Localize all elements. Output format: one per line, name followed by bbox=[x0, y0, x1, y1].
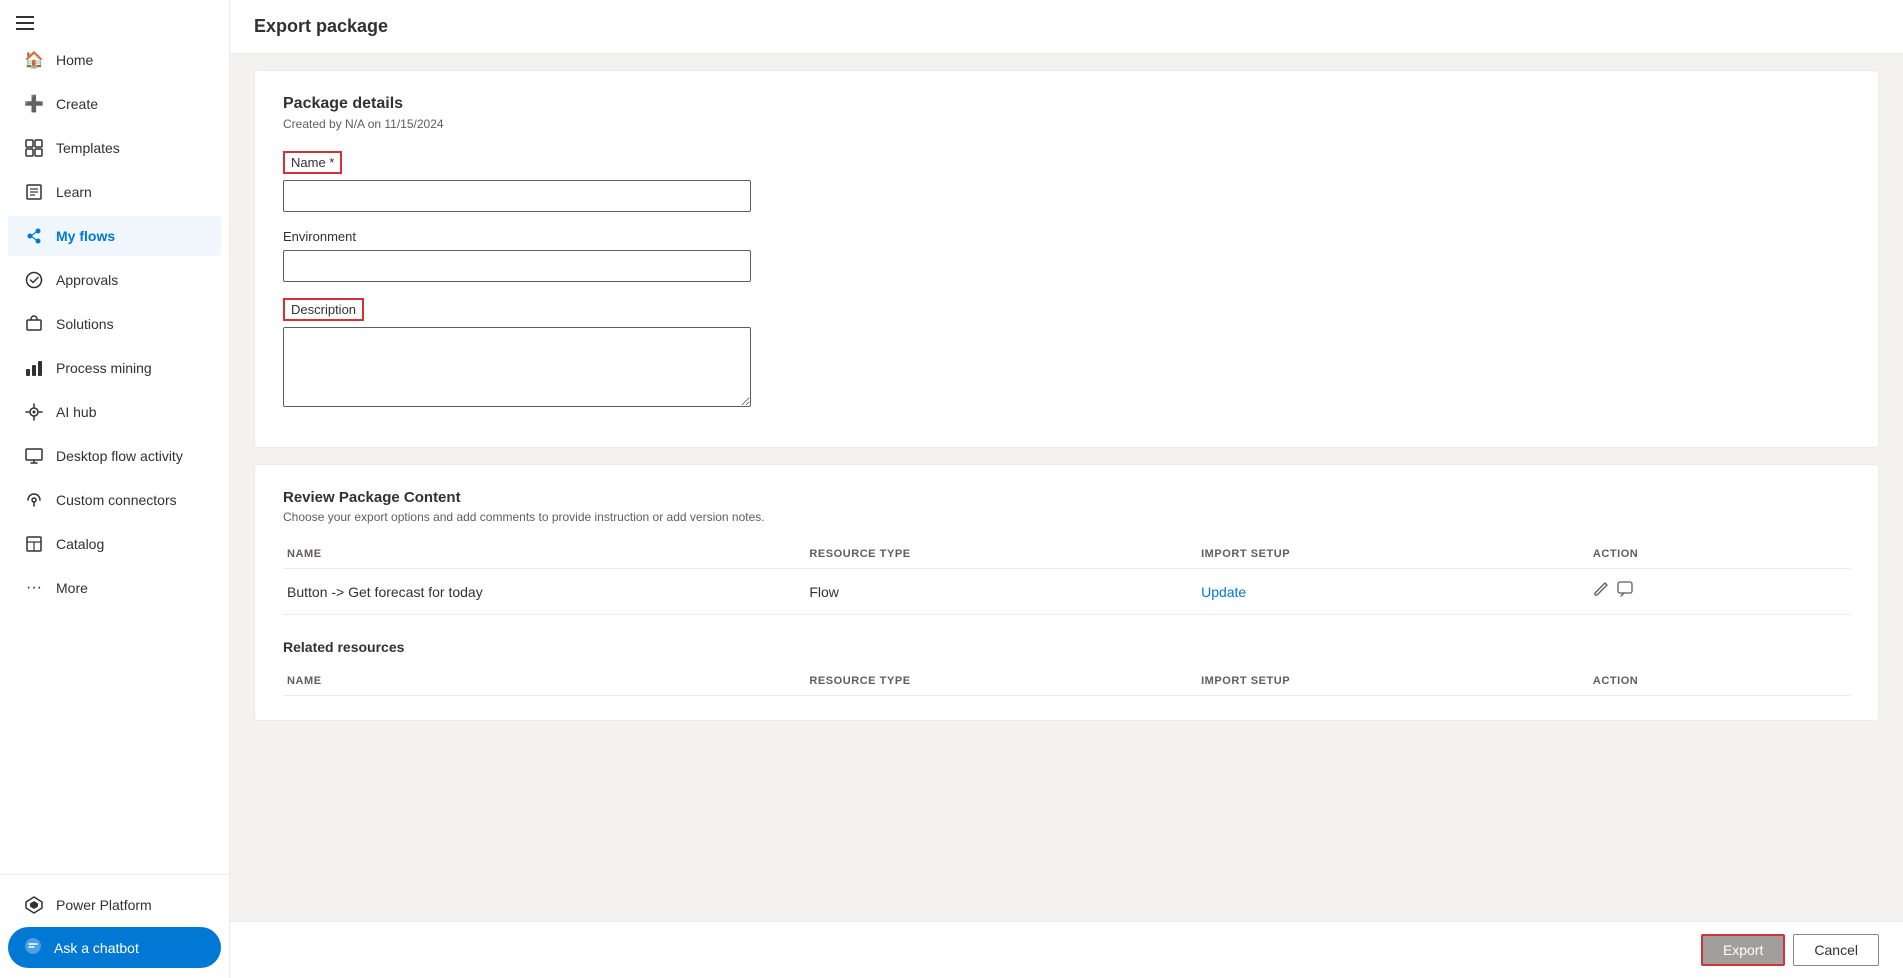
sidebar-label-my-flows: My flows bbox=[56, 228, 205, 244]
row-resource-type: Flow bbox=[805, 584, 1197, 600]
name-label: Name * bbox=[283, 151, 342, 174]
row-action bbox=[1589, 581, 1850, 602]
sidebar-item-templates[interactable]: Templates bbox=[8, 128, 221, 168]
content-area: Package details Created by N/A on 11/15/… bbox=[230, 54, 1903, 737]
col-header-action: ACTION bbox=[1589, 548, 1850, 560]
update-link[interactable]: Update bbox=[1201, 584, 1246, 600]
sidebar-item-create[interactable]: ➕ Create bbox=[8, 84, 221, 124]
col-header-name: NAME bbox=[283, 548, 805, 560]
related-col-import-setup: IMPORT SETUP bbox=[1197, 675, 1589, 687]
sidebar-label-approvals: Approvals bbox=[56, 272, 205, 288]
sidebar-label-templates: Templates bbox=[56, 140, 205, 156]
row-import-setup: Update bbox=[1197, 584, 1589, 600]
hamburger-menu[interactable] bbox=[0, 0, 229, 38]
sidebar-label-desktop-flow-activity: Desktop flow activity bbox=[56, 448, 205, 464]
sidebar-item-process-mining[interactable]: Process mining bbox=[8, 348, 221, 388]
related-resources-title: Related resources bbox=[283, 639, 1850, 655]
learn-icon bbox=[24, 182, 44, 202]
page-title: Export package bbox=[254, 16, 1879, 37]
name-input[interactable] bbox=[283, 180, 751, 212]
solutions-icon bbox=[24, 314, 44, 334]
my-flows-icon bbox=[24, 226, 44, 246]
bottom-action-bar: Export Cancel bbox=[230, 921, 1903, 978]
chatbot-button[interactable]: Ask a chatbot bbox=[8, 927, 221, 968]
sidebar-label-solutions: Solutions bbox=[56, 316, 205, 332]
power-platform-icon bbox=[24, 895, 44, 915]
package-details-subtitle: Created by N/A on 11/15/2024 bbox=[283, 117, 1850, 131]
related-col-resource-type: RESOURCE TYPE bbox=[805, 675, 1197, 687]
description-field-group: Description bbox=[283, 298, 1850, 407]
sidebar-item-catalog[interactable]: Catalog bbox=[8, 524, 221, 564]
table-row: Button -> Get forecast for today Flow Up… bbox=[283, 569, 1850, 615]
desktop-flow-icon bbox=[24, 446, 44, 466]
sidebar-item-my-flows[interactable]: My flows bbox=[8, 216, 221, 256]
home-icon: 🏠 bbox=[24, 50, 44, 70]
hamburger-icon bbox=[16, 16, 34, 30]
sidebar-label-more: More bbox=[56, 580, 205, 596]
sidebar-label-learn: Learn bbox=[56, 184, 205, 200]
more-icon: ··· bbox=[24, 578, 44, 598]
col-header-resource-type: RESOURCE TYPE bbox=[805, 548, 1197, 560]
sidebar-item-solutions[interactable]: Solutions bbox=[8, 304, 221, 344]
chatbot-label: Ask a chatbot bbox=[54, 940, 139, 956]
process-mining-icon bbox=[24, 358, 44, 378]
package-details-card: Package details Created by N/A on 11/15/… bbox=[254, 70, 1879, 448]
review-section-title: Review Package Content bbox=[283, 489, 1850, 506]
sidebar-label-create: Create bbox=[56, 96, 205, 112]
page-header: Export package bbox=[230, 0, 1903, 54]
sidebar-label-catalog: Catalog bbox=[56, 536, 205, 552]
related-resources-section: Related resources NAME RESOURCE TYPE IMP… bbox=[283, 639, 1850, 696]
description-label: Description bbox=[283, 298, 364, 321]
ai-hub-icon bbox=[24, 402, 44, 422]
create-icon: ➕ bbox=[24, 94, 44, 114]
review-section-desc: Choose your export options and add comme… bbox=[283, 510, 1850, 524]
sidebar-label-process-mining: Process mining bbox=[56, 360, 205, 376]
catalog-icon bbox=[24, 534, 44, 554]
export-button[interactable]: Export bbox=[1701, 934, 1785, 966]
sidebar-label-home: Home bbox=[56, 52, 205, 68]
name-field-group: Name * bbox=[283, 151, 1850, 212]
package-details-title: Package details bbox=[283, 95, 1850, 113]
sidebar-item-power-platform[interactable]: Power Platform bbox=[8, 885, 221, 925]
sidebar-label-ai-hub: AI hub bbox=[56, 404, 205, 420]
sidebar-item-ai-hub[interactable]: AI hub bbox=[8, 392, 221, 432]
col-header-import-setup: IMPORT SETUP bbox=[1197, 548, 1589, 560]
review-table-header: NAME RESOURCE TYPE IMPORT SETUP ACTION bbox=[283, 540, 1850, 569]
approvals-icon bbox=[24, 270, 44, 290]
custom-connectors-icon bbox=[24, 490, 44, 510]
review-package-card: Review Package Content Choose your expor… bbox=[254, 464, 1879, 721]
environment-label: Environment bbox=[283, 229, 356, 244]
edit-icon[interactable] bbox=[1593, 581, 1609, 602]
sidebar-label-custom-connectors: Custom connectors bbox=[56, 492, 205, 508]
templates-icon bbox=[24, 138, 44, 158]
main-content: Export package Package details Created b… bbox=[230, 0, 1903, 978]
sidebar-item-learn[interactable]: Learn bbox=[8, 172, 221, 212]
sidebar-item-custom-connectors[interactable]: Custom connectors bbox=[8, 480, 221, 520]
related-col-action: ACTION bbox=[1589, 675, 1850, 687]
chatbot-icon bbox=[24, 937, 42, 958]
sidebar: 🏠 Home ➕ Create Templates Learn My flows… bbox=[0, 0, 230, 978]
review-table: NAME RESOURCE TYPE IMPORT SETUP ACTION B… bbox=[283, 540, 1850, 615]
sidebar-bottom: Power Platform Ask a chatbot bbox=[0, 874, 229, 978]
sidebar-item-desktop-flow-activity[interactable]: Desktop flow activity bbox=[8, 436, 221, 476]
sidebar-label-power-platform: Power Platform bbox=[56, 897, 205, 913]
related-col-name: NAME bbox=[283, 675, 805, 687]
related-table-header: NAME RESOURCE TYPE IMPORT SETUP ACTION bbox=[283, 667, 1850, 696]
description-textarea[interactable] bbox=[283, 327, 751, 407]
environment-input[interactable] bbox=[283, 250, 751, 282]
comment-icon[interactable] bbox=[1617, 581, 1633, 602]
action-icons bbox=[1593, 581, 1846, 602]
related-resources-table: NAME RESOURCE TYPE IMPORT SETUP ACTION bbox=[283, 667, 1850, 696]
sidebar-item-approvals[interactable]: Approvals bbox=[8, 260, 221, 300]
environment-field-group: Environment bbox=[283, 228, 1850, 282]
row-name: Button -> Get forecast for today bbox=[283, 584, 805, 600]
cancel-button[interactable]: Cancel bbox=[1793, 934, 1879, 966]
sidebar-item-more[interactable]: ··· More bbox=[8, 568, 221, 608]
sidebar-item-home[interactable]: 🏠 Home bbox=[8, 40, 221, 80]
